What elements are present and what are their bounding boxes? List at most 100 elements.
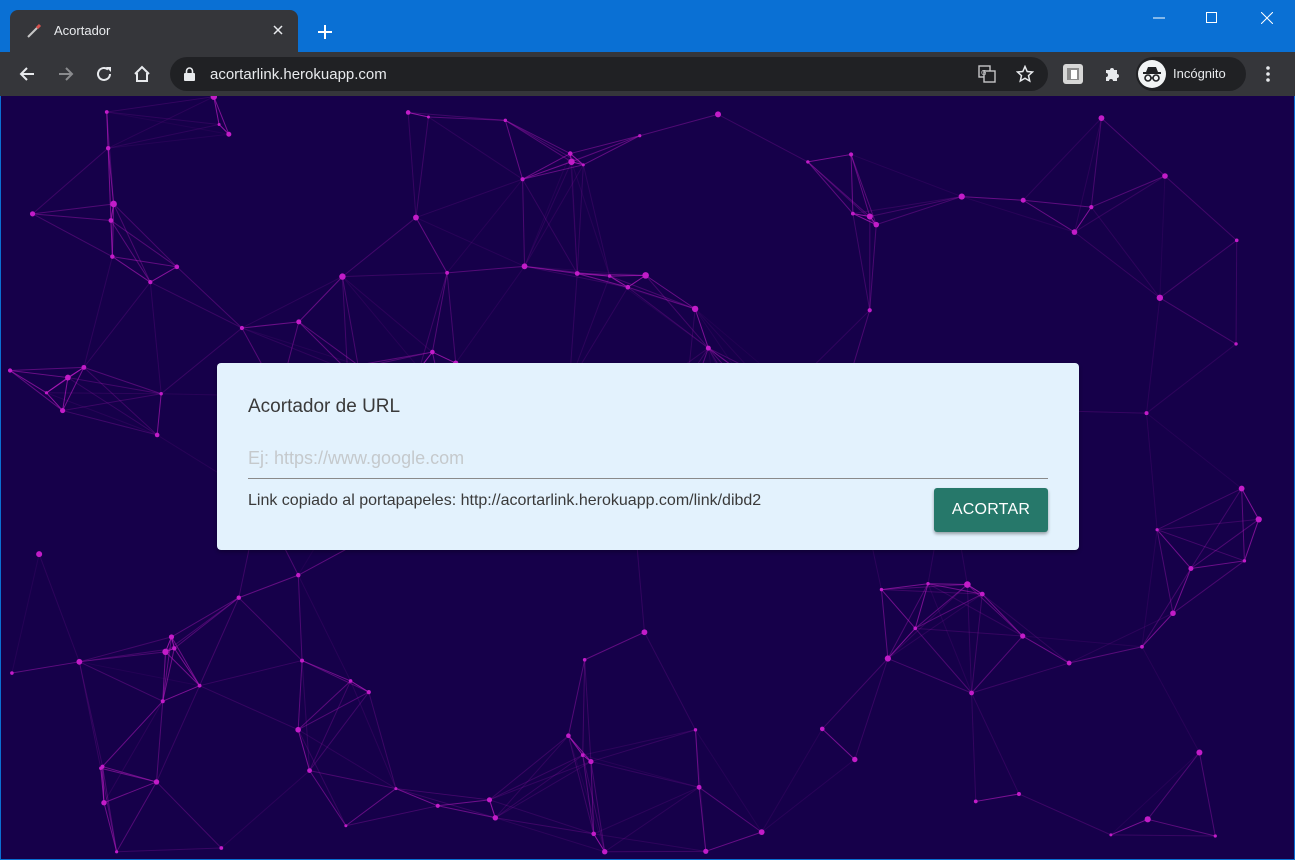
minimize-icon[interactable]: [1132, 0, 1186, 36]
network-node: [705, 345, 711, 351]
network-line: [79, 661, 163, 702]
network-line: [571, 161, 611, 277]
network-line: [408, 111, 506, 121]
browser-toolbar: acortarlink.herokuapp.com G Incógnito: [0, 52, 1295, 96]
network-line: [643, 631, 696, 731]
network-node: [1109, 833, 1113, 837]
network-line: [173, 597, 240, 649]
network-line: [1110, 818, 1148, 836]
network-node: [236, 595, 241, 600]
network-line: [590, 761, 700, 788]
network-line: [78, 661, 102, 769]
network-line: [432, 351, 456, 364]
network-line: [1091, 175, 1166, 208]
network-line: [981, 593, 1070, 664]
network-line: [238, 574, 299, 599]
network-node: [580, 753, 585, 758]
forward-icon[interactable]: [52, 60, 80, 88]
network-node: [873, 221, 880, 228]
network-node: [105, 145, 111, 151]
network-node: [1066, 660, 1072, 666]
network-line: [100, 700, 164, 769]
home-icon[interactable]: [128, 60, 156, 88]
network-node: [348, 679, 353, 683]
close-icon[interactable]: [268, 20, 288, 40]
browser-tab[interactable]: Acortador: [10, 10, 298, 52]
network-line: [199, 660, 303, 687]
network-line: [171, 597, 240, 638]
network-line: [593, 786, 700, 835]
network-line: [850, 154, 854, 214]
network-line: [100, 768, 118, 852]
network-node: [913, 626, 918, 631]
network-node: [602, 849, 608, 855]
network-node: [64, 374, 71, 381]
network-line: [407, 112, 417, 218]
network-node: [239, 325, 245, 331]
network-node: [101, 800, 107, 806]
maximize-icon[interactable]: [1185, 0, 1239, 36]
network-line: [489, 799, 594, 835]
network-line: [103, 700, 164, 803]
network-line: [914, 583, 929, 629]
network-line: [297, 691, 370, 731]
network-line: [876, 196, 962, 226]
translate-icon[interactable]: G: [977, 64, 997, 84]
plus-icon[interactable]: [313, 20, 337, 44]
puzzle-icon[interactable]: [1100, 62, 1124, 86]
window-close-icon[interactable]: [1240, 0, 1294, 36]
network-line: [9, 370, 63, 411]
incognito-profile-button[interactable]: Incógnito: [1136, 57, 1246, 91]
network-node: [36, 551, 43, 558]
star-icon[interactable]: [1015, 64, 1035, 84]
network-line: [415, 217, 525, 267]
more-vert-icon[interactable]: [1254, 60, 1282, 88]
network-node: [867, 308, 872, 313]
network-node: [226, 131, 232, 137]
network-line: [350, 680, 397, 789]
lock-icon[interactable]: [184, 67, 195, 86]
extension-app-icon[interactable]: [1061, 62, 1085, 86]
network-node: [435, 803, 440, 808]
network-line: [113, 203, 178, 268]
network-line: [582, 754, 700, 788]
network-node: [426, 115, 430, 119]
network-line: [604, 786, 700, 853]
network-node: [60, 407, 66, 414]
url-text[interactable]: acortarlink.herokuapp.com: [210, 66, 387, 83]
back-icon[interactable]: [13, 60, 41, 88]
network-line: [455, 266, 525, 364]
network-line: [584, 631, 645, 661]
network-line: [297, 575, 303, 661]
network-line: [567, 659, 586, 736]
network-line: [32, 147, 109, 215]
network-node: [307, 768, 312, 773]
network-line: [395, 788, 496, 819]
reload-icon[interactable]: [90, 60, 118, 88]
network-line: [807, 153, 852, 163]
shorten-button[interactable]: ACORTAR: [934, 488, 1048, 532]
network-node: [197, 683, 202, 688]
network-line: [62, 410, 158, 436]
network-node: [7, 368, 13, 373]
network-node: [625, 284, 631, 290]
network-line: [298, 276, 343, 323]
network-node: [884, 655, 891, 662]
network-node: [1144, 816, 1151, 823]
copied-status-text: Link copiado al portapapeles: http://aco…: [248, 492, 762, 509]
network-node: [1144, 411, 1149, 416]
page-title: Acortador de URL: [248, 396, 401, 417]
network-node: [591, 831, 597, 837]
url-input[interactable]: [248, 439, 1048, 479]
network-line: [717, 113, 809, 163]
network-line: [110, 220, 151, 283]
network-node: [691, 305, 699, 313]
network-line: [116, 847, 222, 853]
network-node: [1098, 115, 1105, 121]
network-line: [79, 661, 200, 687]
network-node: [108, 218, 114, 223]
network-line: [698, 786, 762, 833]
address-bar[interactable]: acortarlink.herokuapp.com G: [170, 57, 1048, 91]
network-line: [570, 135, 640, 155]
network-node: [582, 657, 587, 662]
